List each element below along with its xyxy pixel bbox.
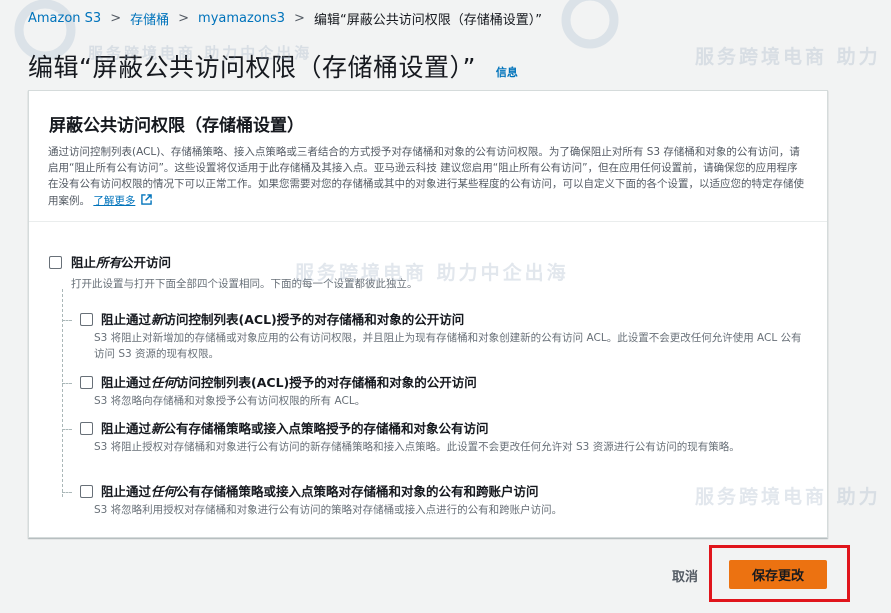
block-new-acl-label: 阻止通过新访问控制列表(ACL)授予的对存储桶和对象的公开访问	[101, 312, 465, 327]
option-block-any-policy: 阻止通过任何公有存储桶策略或接入点策略对存储桶和对象的公有和跨账户访问 S3 将…	[62, 481, 809, 518]
panel-header: 屏蔽公共访问权限（存储桶设置） 通过访问控制列表(ACL)、存储桶策略、接入点策…	[29, 91, 827, 222]
block-any-policy-label: 阻止通过任何公有存储桶策略或接入点策略对存储桶和对象的公有和跨账户访问	[101, 484, 539, 499]
block-any-acl-label: 阻止通过任何访问控制列表(ACL)授予的对存储桶和对象的公开访问	[101, 375, 477, 390]
block-all-label: 阻止所有公开访问	[71, 255, 172, 270]
info-link[interactable]: 信息	[496, 64, 518, 80]
breadcrumb-s3[interactable]: Amazon S3	[28, 11, 101, 26]
option-block-new-acl: 阻止通过新访问控制列表(ACL)授予的对存储桶和对象的公开访问 S3 将阻止对新…	[62, 309, 809, 362]
learn-more-link[interactable]: 了解更多	[93, 195, 135, 207]
block-new-acl-description: S3 将阻止对新增加的存储桶或对象应用的公有访问权限，并且阻止为现有存储桶和对象…	[94, 332, 802, 360]
block-any-acl-checkbox[interactable]	[80, 376, 93, 389]
block-any-policy-checkbox[interactable]	[80, 485, 93, 498]
block-new-policy-description: S3 将阻止授权对存储桶和对象进行公有访问的新存储桶策略和接入点策略。此设置不会…	[94, 441, 740, 453]
block-new-acl-checkbox[interactable]	[80, 313, 93, 326]
breadcrumb-buckets[interactable]: 存储桶	[130, 9, 169, 28]
block-new-policy-checkbox[interactable]	[80, 422, 93, 435]
option-block-new-policy: 阻止通过新公有存储桶策略或接入点策略授予的存储桶和对象公有访问 S3 将阻止授权…	[62, 418, 809, 455]
block-public-access-panel: 屏蔽公共访问权限（存储桶设置） 通过访问控制列表(ACL)、存储桶策略、接入点策…	[28, 90, 828, 538]
save-changes-button[interactable]: 保存更改	[729, 560, 827, 589]
block-new-policy-label: 阻止通过新公有存储桶策略或接入点策略授予的存储桶和对象公有访问	[101, 421, 489, 436]
block-any-policy-description: S3 将忽略利用授权对存储桶和对象进行公有访问的策略对存储桶或接入点进行的公有和…	[94, 504, 563, 516]
block-any-acl-description: S3 将忽略向存储桶和对象授予公有访问权限的所有 ACL。	[94, 395, 366, 407]
watermark-text: 服务跨境电商 助力	[695, 46, 881, 68]
option-block-all: 阻止所有公开访问 打开此设置与打开下面全部四个设置相同。下面的每一个设置都彼此独…	[49, 252, 418, 292]
chevron-right-icon: >	[178, 11, 190, 26]
panel-description-text: 通过访问控制列表(ACL)、存储桶策略、接入点策略或三者结合的方式授予对存储桶和…	[48, 146, 804, 207]
breadcrumb-bucket[interactable]: myamazons3	[198, 11, 285, 26]
option-block-any-acl: 阻止通过任何访问控制列表(ACL)授予的对存储桶和对象的公开访问 S3 将忽略向…	[62, 372, 809, 409]
panel-title: 屏蔽公共访问权限（存储桶设置）	[49, 116, 304, 136]
external-link-icon	[140, 193, 152, 205]
block-all-description: 打开此设置与打开下面全部四个设置相同。下面的每一个设置都彼此独立。	[71, 278, 418, 290]
chevron-right-icon: >	[110, 11, 122, 26]
watermark-logo	[550, 0, 630, 54]
breadcrumb-current: 编辑“屏蔽公共访问权限（存储桶设置）”	[313, 13, 542, 28]
breadcrumb: Amazon S3 > 存储桶 > myamazons3 > 编辑“屏蔽公共访问…	[28, 9, 542, 28]
panel-description: 通过访问控制列表(ACL)、存储桶策略、接入点策略或三者结合的方式授予对存储桶和…	[48, 144, 808, 209]
cancel-button[interactable]: 取消	[672, 566, 698, 585]
chevron-right-icon: >	[294, 11, 305, 26]
page-title: 编辑“屏蔽公共访问权限（存储桶设置）”	[28, 53, 476, 82]
page-header: 编辑“屏蔽公共访问权限（存储桶设置）” 信息	[28, 48, 518, 84]
block-all-checkbox[interactable]	[49, 256, 62, 269]
